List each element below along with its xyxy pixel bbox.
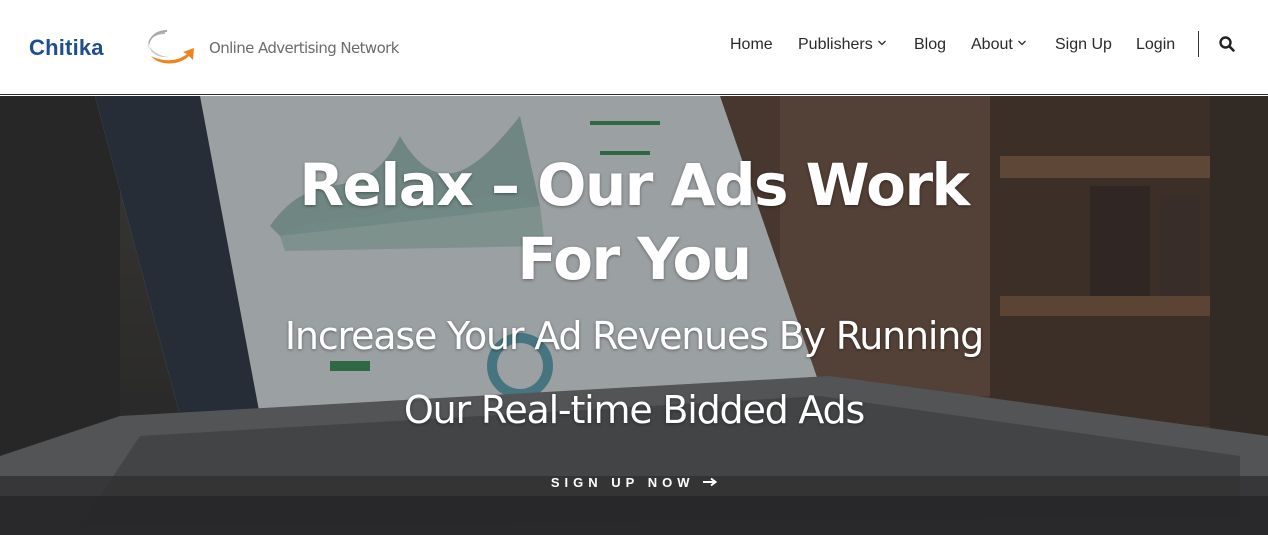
nav-blog[interactable]: Blog [914, 33, 946, 57]
logo-swirl-icon [147, 30, 194, 64]
logo-wordmark: Chitika [29, 35, 104, 60]
hero-title: Relax – Our Ads Work For You [234, 148, 1034, 296]
chevron-down-icon [877, 40, 886, 46]
hero-title-line-1: Relax – Our Ads Work [299, 151, 970, 219]
nav-sign-up[interactable]: Sign Up [1055, 33, 1112, 57]
nav-home[interactable]: Home [730, 33, 773, 57]
sign-up-now-button[interactable]: SIGN UP NOW [534, 472, 734, 494]
nav-divider [1198, 31, 1199, 57]
nav-publishers-label: Publishers [798, 36, 873, 53]
search-icon[interactable] [1218, 35, 1236, 53]
site-header: Chitika Online Advertising Network Home … [0, 0, 1268, 95]
hero-title-line-2: For You [517, 225, 752, 293]
brand-tagline: Online Advertising Network [209, 39, 399, 57]
cta-label: SIGN UP NOW [550, 475, 695, 490]
nav-about-label: About [971, 36, 1013, 53]
hero-banner: Relax – Our Ads Work For You Increase Yo… [0, 96, 1268, 535]
nav-about[interactable]: About [971, 33, 1027, 57]
chevron-down-icon [1017, 40, 1026, 46]
hero-subtitle-line-1: Increase Your Ad Revenues By Running [284, 314, 984, 358]
arrow-right-icon [703, 477, 718, 487]
chitika-logo[interactable]: Chitika [29, 26, 194, 68]
nav-publishers[interactable]: Publishers [798, 33, 887, 57]
hero-subtitle-line-2: Our Real-time Bidded Ads [403, 388, 865, 432]
nav-login[interactable]: Login [1136, 33, 1175, 57]
